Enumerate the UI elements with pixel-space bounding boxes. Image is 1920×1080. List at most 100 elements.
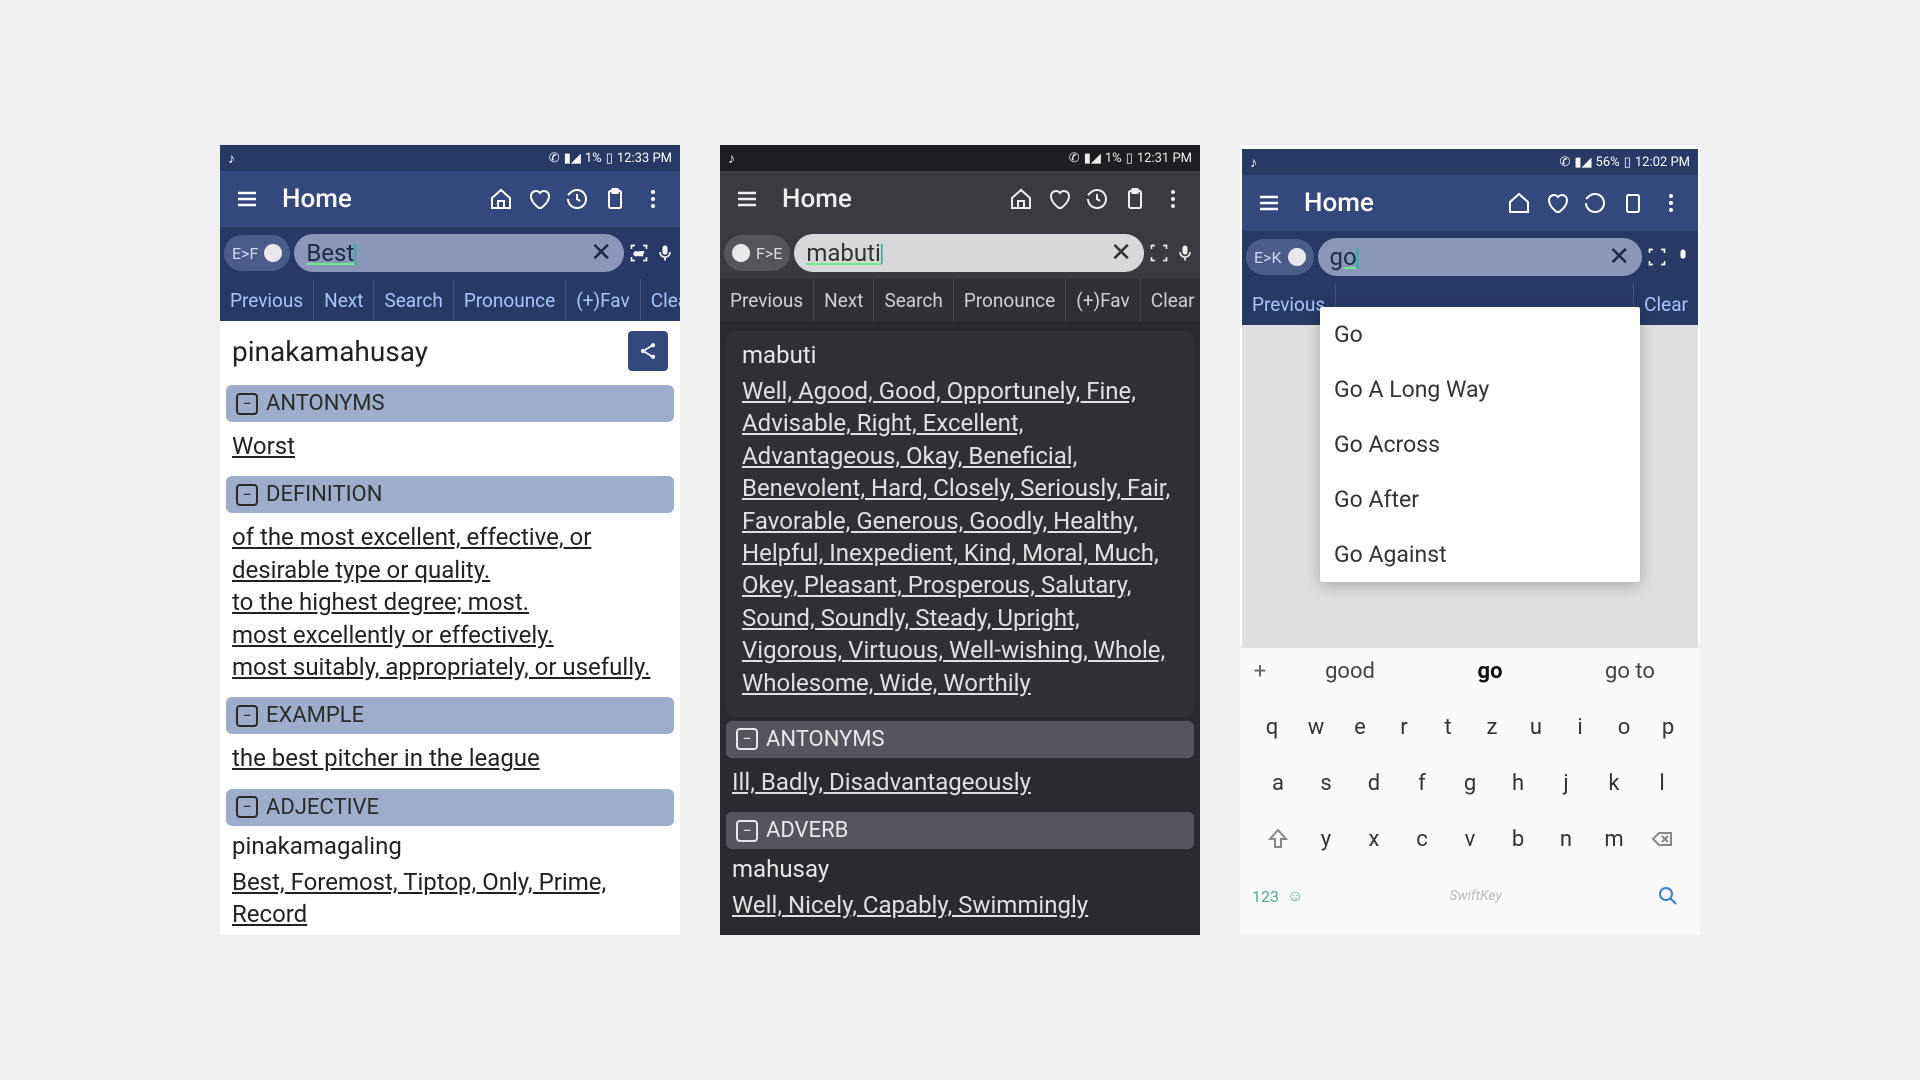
clipboard-icon[interactable] (1620, 190, 1646, 216)
section-example[interactable]: −EXAMPLE (226, 697, 674, 734)
history-icon[interactable] (1582, 190, 1608, 216)
search-input[interactable]: mabuti ✕ (794, 234, 1144, 272)
key-t[interactable]: t (1428, 702, 1468, 752)
heart-icon[interactable] (1046, 186, 1072, 212)
key-e[interactable]: e (1340, 702, 1380, 752)
collapse-icon[interactable]: − (236, 484, 258, 506)
key-x[interactable]: x (1352, 814, 1396, 864)
heart-icon[interactable] (526, 186, 552, 212)
key-shift[interactable] (1256, 814, 1300, 864)
mic-icon[interactable] (1672, 246, 1694, 268)
mic-icon[interactable] (1174, 242, 1196, 264)
key-q[interactable]: q (1252, 702, 1292, 752)
suggestion-item[interactable]: Go After (1320, 472, 1640, 527)
history-icon[interactable] (1084, 186, 1110, 212)
tab-previous[interactable]: Previous (720, 279, 814, 321)
collapse-icon[interactable]: − (736, 820, 758, 842)
adjective-sub1-syns[interactable]: Best, Foremost, Tiptop, Only, Prime, Rec… (226, 862, 674, 935)
antonyms-body[interactable]: Ill, Badly, Disadvantageously (726, 762, 1194, 808)
mic-icon[interactable] (654, 242, 676, 264)
key-backspace[interactable] (1640, 814, 1684, 864)
suggestion-item[interactable]: Go Against (1320, 527, 1640, 582)
suggestion-item[interactable]: Go Across (1320, 417, 1640, 472)
section-antonyms[interactable]: −ANTONYMS (726, 721, 1194, 758)
ocr-icon[interactable] (1148, 242, 1170, 264)
collapse-icon[interactable]: − (736, 728, 758, 750)
tab-fav[interactable]: (+)Fav (566, 279, 640, 321)
key-l[interactable]: l (1640, 758, 1684, 808)
clear-x-icon[interactable]: ✕ (1608, 242, 1630, 272)
clear-x-icon[interactable]: ✕ (1110, 238, 1132, 268)
suggestion-item[interactable]: Go A Long Way (1320, 362, 1640, 417)
antonyms-body[interactable]: Worst (226, 426, 674, 472)
key-m[interactable]: m (1592, 814, 1636, 864)
home-icon[interactable] (488, 186, 514, 212)
tab-search[interactable]: Search (374, 279, 453, 321)
tab-previous[interactable]: Previous (220, 279, 314, 321)
key-h[interactable]: h (1496, 758, 1540, 808)
key-z[interactable]: z (1472, 702, 1512, 752)
suggestion-item[interactable]: Go (1320, 307, 1640, 362)
clear-x-icon[interactable]: ✕ (590, 238, 612, 268)
key-b[interactable]: b (1496, 814, 1540, 864)
share-button[interactable] (628, 331, 668, 371)
clipboard-icon[interactable] (602, 186, 628, 212)
lang-toggle[interactable]: E>F (224, 235, 290, 271)
key-f[interactable]: f (1400, 758, 1444, 808)
key-j[interactable]: j (1544, 758, 1588, 808)
key-g[interactable]: g (1448, 758, 1492, 808)
lang-toggle[interactable]: F>E (724, 235, 790, 271)
key-123[interactable]: 123 (1252, 887, 1279, 906)
clipboard-icon[interactable] (1122, 186, 1148, 212)
search-input[interactable]: go ✕ (1318, 238, 1643, 276)
tab-fav[interactable]: (+)Fav (1066, 279, 1140, 321)
menu-icon[interactable] (234, 186, 260, 212)
history-icon[interactable] (564, 186, 590, 212)
key-d[interactable]: d (1352, 758, 1396, 808)
candidate[interactable]: go (1420, 659, 1560, 684)
tab-clear[interactable]: Clear (641, 279, 680, 321)
key-v[interactable]: v (1448, 814, 1492, 864)
overflow-icon[interactable] (1658, 190, 1684, 216)
collapse-icon[interactable]: − (236, 705, 258, 727)
section-adverb[interactable]: −ADVERB (726, 812, 1194, 849)
key-s[interactable]: s (1304, 758, 1348, 808)
key-o[interactable]: o (1604, 702, 1644, 752)
key-i[interactable]: i (1560, 702, 1600, 752)
synonyms-body[interactable]: Well, Agood, Good, Opportunely, Fine, Ad… (736, 371, 1184, 709)
collapse-icon[interactable]: − (236, 393, 258, 415)
section-adjective[interactable]: −ADJECTIVE (226, 789, 674, 826)
key-r[interactable]: r (1384, 702, 1424, 752)
lang-toggle[interactable]: E>K (1246, 239, 1314, 275)
menu-icon[interactable] (1256, 190, 1282, 216)
tab-next[interactable]: Next (814, 279, 874, 321)
tab-search[interactable]: Search (874, 279, 953, 321)
key-k[interactable]: k (1592, 758, 1636, 808)
collapse-icon[interactable]: − (236, 796, 258, 818)
tab-clear[interactable]: Clear (1634, 283, 1698, 325)
tab-next[interactable]: Next (314, 279, 374, 321)
key-emoji[interactable]: ☺ (1287, 886, 1303, 906)
tab-pronounce[interactable]: Pronounce (454, 279, 566, 321)
candidate[interactable]: go to (1560, 659, 1700, 684)
key-w[interactable]: w (1296, 702, 1336, 752)
overflow-icon[interactable] (1160, 186, 1186, 212)
home-icon[interactable] (1506, 190, 1532, 216)
candidate-add-icon[interactable]: + (1240, 659, 1280, 684)
search-input[interactable]: Best ✕ (294, 234, 624, 272)
key-u[interactable]: u (1516, 702, 1556, 752)
overflow-icon[interactable] (640, 186, 666, 212)
tab-clear[interactable]: Clear (1141, 279, 1200, 321)
key-a[interactable]: a (1256, 758, 1300, 808)
key-y[interactable]: y (1304, 814, 1348, 864)
adverb-sub1-syns[interactable]: Well, Nicely, Capably, Swimmingly (726, 885, 1194, 931)
section-antonyms[interactable]: −ANTONYMS (226, 385, 674, 422)
ocr-icon[interactable] (1646, 246, 1668, 268)
key-search[interactable] (1648, 871, 1688, 921)
tab-pronounce[interactable]: Pronounce (954, 279, 1066, 321)
section-definition[interactable]: −DEFINITION (226, 476, 674, 513)
home-icon[interactable] (1008, 186, 1034, 212)
key-c[interactable]: c (1400, 814, 1444, 864)
ocr-icon[interactable]: ocr (628, 242, 650, 264)
key-n[interactable]: n (1544, 814, 1588, 864)
